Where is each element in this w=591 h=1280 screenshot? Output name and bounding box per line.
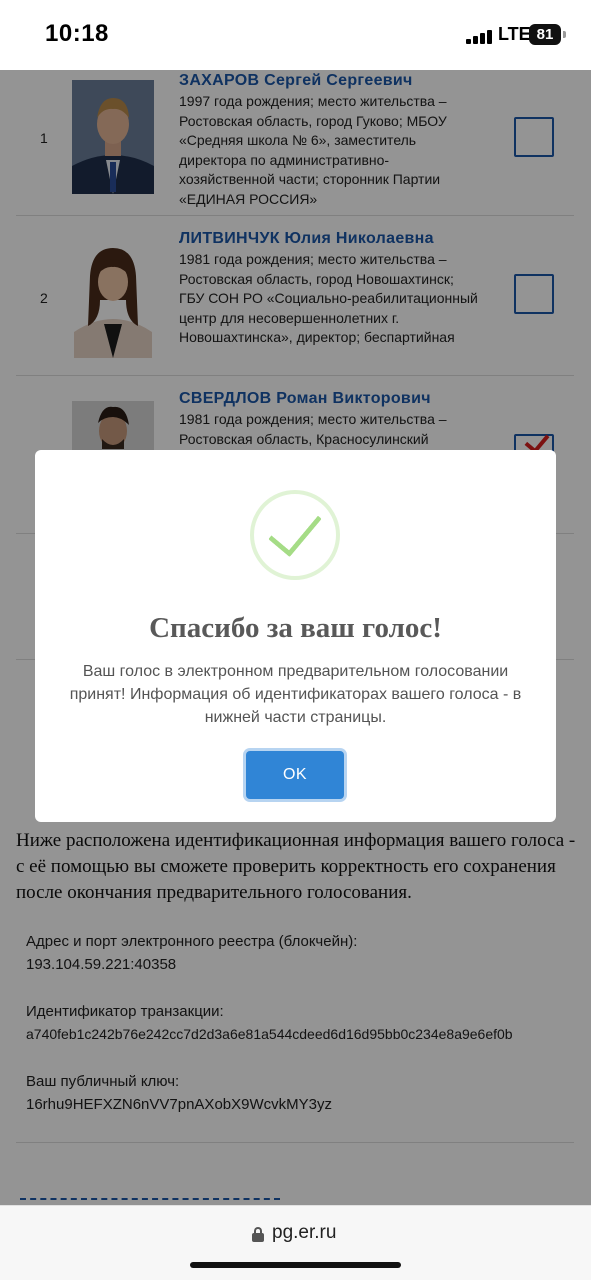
lock-icon: [252, 1227, 264, 1242]
signal-icon: [466, 30, 492, 44]
ok-button[interactable]: OK: [246, 751, 344, 799]
home-indicator[interactable]: [190, 1262, 401, 1268]
battery-icon: 81: [529, 24, 561, 45]
dialog-title: Спасибо за ваш голос!: [149, 612, 442, 644]
dialog-message: Ваш голос в электронном предварительном …: [69, 663, 522, 726]
vote-success-dialog: Спасибо за ваш голос! Ваш голос в электр…: [35, 450, 556, 822]
success-check-mark: [268, 500, 322, 558]
browser-address-bar[interactable]: pg.er.ru: [0, 1205, 591, 1280]
network-type: LTE: [498, 24, 531, 44]
status-bar: 10:18 LTE 81: [0, 0, 591, 70]
status-time: 10:18: [45, 20, 109, 47]
url-text[interactable]: pg.er.ru: [272, 1222, 336, 1244]
battery-tip: [563, 31, 566, 38]
success-check-icon: [250, 490, 340, 580]
